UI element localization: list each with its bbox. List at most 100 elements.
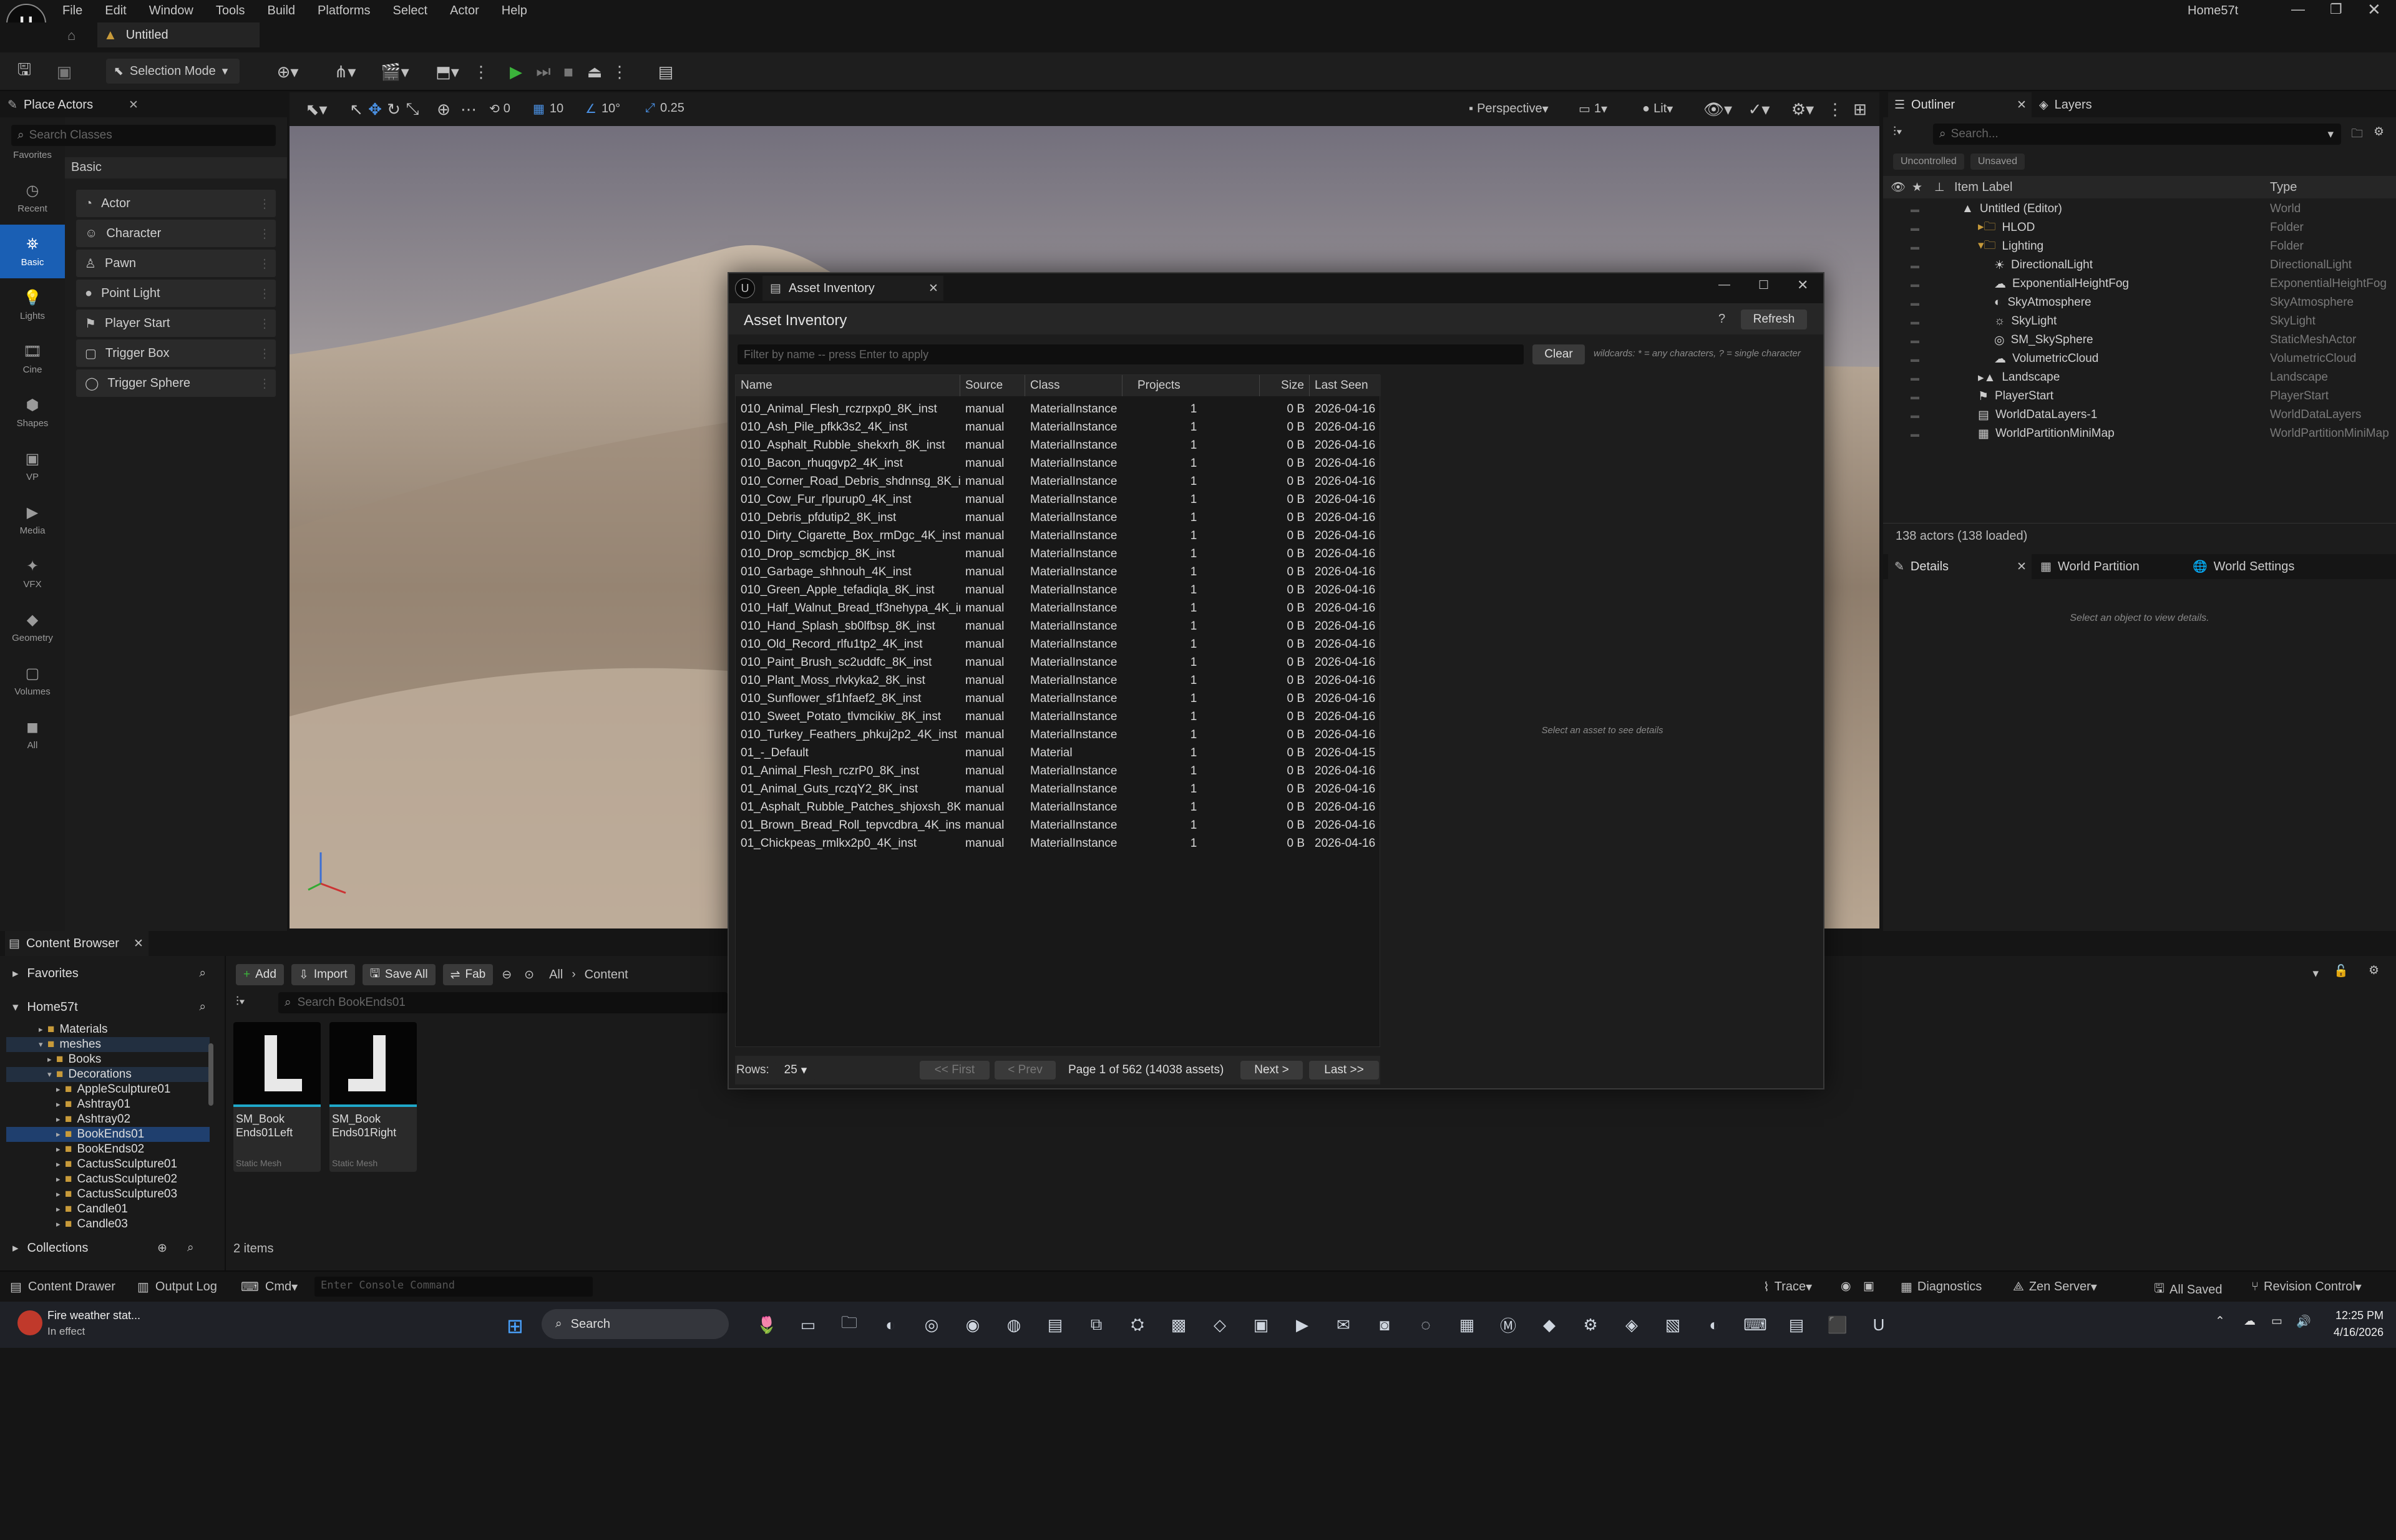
place-actors-tab[interactable]: ✎ Place Actors ✕ bbox=[0, 92, 287, 117]
asset-row[interactable]: 010_Paint_Brush_sc2uddfc_8K_inst manual Ma… bbox=[736, 653, 1381, 671]
mode-vp[interactable]: ▣ VP bbox=[0, 439, 65, 493]
blueprint-icon[interactable]: ⋔▾ bbox=[328, 55, 362, 89]
outliner-row[interactable]: ▬ ▾🗀 Lighting Folder bbox=[1883, 237, 2396, 256]
cinematics-icon[interactable]: 🎬▾ bbox=[378, 55, 412, 89]
mode-cine[interactable]: 🎞 Cine bbox=[0, 332, 65, 386]
layout-icon[interactable]: ⊞ bbox=[1843, 92, 1877, 126]
next-page-button[interactable]: Next > bbox=[1240, 1061, 1303, 1079]
trace-dropdown[interactable]: ⌇ Trace ▾ bbox=[1763, 1279, 1812, 1295]
breadcrumb-content[interactable]: Content bbox=[585, 968, 628, 982]
outliner-row[interactable]: ▬ ☁ VolumetricCloud VolumetricCloud bbox=[1883, 349, 2396, 368]
folder-tree-item[interactable]: ▸ ■ Candle01 bbox=[6, 1202, 210, 1217]
asset-row[interactable]: 010_Animal_Flesh_rczrpxp0_8K_inst manual M… bbox=[736, 400, 1381, 418]
outliner-row[interactable]: ▬ ▲ Untitled (Editor) World bbox=[1883, 200, 2396, 218]
clear-button[interactable]: Clear bbox=[1532, 344, 1585, 364]
asset-row[interactable]: 010_Debris_pfdutip2_8K_inst manual Materia… bbox=[736, 509, 1381, 527]
outliner-row[interactable]: ▬ ▸▲ Landscape Landscape bbox=[1883, 368, 2396, 387]
asset-row[interactable]: 010_Sunflower_sf1hfaef2_8K_inst manual Mat… bbox=[736, 690, 1381, 708]
first-page-button[interactable]: << First bbox=[920, 1061, 990, 1079]
folder-tree-item[interactable]: ▸ ■ CactusSculpture03 bbox=[6, 1187, 210, 1202]
diagnostics-button[interactable]: ▦ Diagnostics bbox=[1901, 1279, 1982, 1295]
menu-platforms[interactable]: Platforms bbox=[318, 4, 370, 18]
filter-input[interactable]: Filter by name -- press Enter to apply bbox=[738, 344, 1524, 364]
perspective-menu[interactable]: ▪ Perspective ▾ bbox=[1469, 101, 1549, 117]
asset-row[interactable]: 010_Dirty_Cigarette_Box_rmDgc_4K_inst man… bbox=[736, 527, 1381, 545]
taskbar-app-icon[interactable]: ◌ bbox=[1405, 1312, 1446, 1338]
folder-tree-item[interactable]: ▸ ■ Ashtray02 bbox=[6, 1112, 210, 1127]
asset-row[interactable]: 01_Brown_Bread_Roll_tepvcdbra_4K_inst man… bbox=[736, 816, 1381, 834]
menu-file[interactable]: File bbox=[62, 4, 82, 18]
asset-row[interactable]: 010_Half_Walnut_Bread_tf3nehypa_4K_inst m… bbox=[736, 599, 1381, 617]
menu-help[interactable]: Help bbox=[502, 4, 527, 18]
taskbar-app-icon[interactable]: ◈ bbox=[1611, 1312, 1652, 1338]
angle-snap[interactable]: ∠ 10° bbox=[585, 101, 620, 117]
asset-row[interactable]: 010_Cow_Fur_rlpurup0_4K_inst manual Materi… bbox=[736, 490, 1381, 509]
performance-icon[interactable]: ✓▾ bbox=[1742, 92, 1776, 126]
visibility-toggle-icon[interactable]: ▬ bbox=[1911, 373, 1919, 383]
outliner-row[interactable]: ▬ ☁ ExponentialHeightFog ExponentialHeightF… bbox=[1883, 275, 2396, 293]
add-folder-icon[interactable]: 🗀 bbox=[2351, 125, 2363, 145]
search-classes-input[interactable]: ⌕ Search Classes bbox=[11, 125, 276, 146]
play-options-icon[interactable]: ⋮ bbox=[603, 55, 636, 89]
network-icon[interactable]: ▭ bbox=[2271, 1314, 2282, 1328]
menu-edit[interactable]: Edit bbox=[105, 4, 126, 18]
outliner-settings-icon[interactable]: ⚙ bbox=[2374, 125, 2384, 139]
tree-scrollbar[interactable] bbox=[208, 1043, 213, 1106]
home-icon[interactable]: ⌂ bbox=[67, 27, 75, 44]
cmd-dropdown[interactable]: ⌨ Cmd ▾ bbox=[241, 1279, 298, 1295]
content-settings-icon[interactable]: ⚙ bbox=[2369, 963, 2379, 978]
folder-tree-item[interactable]: ▾ ■ meshes bbox=[6, 1037, 210, 1052]
column-type[interactable]: Type bbox=[2270, 180, 2297, 195]
taskbar-app-icon[interactable]: ◉ bbox=[952, 1312, 993, 1338]
outliner-row[interactable]: ▬ ☼ SkyLight SkyLight bbox=[1883, 312, 2396, 331]
taskbar-app-icon[interactable]: ⧉ bbox=[1076, 1312, 1117, 1338]
search-icon[interactable]: ⌕ bbox=[187, 1241, 194, 1255]
lock-icon[interactable]: ⊥ bbox=[1934, 180, 1945, 195]
outliner-search-input[interactable]: ⌕ Search... ▾ bbox=[1933, 124, 2341, 145]
weather-title[interactable]: Fire weather stat... bbox=[47, 1309, 140, 1322]
outliner-row[interactable]: ▬ ⚑ PlayerStart PlayerStart bbox=[1883, 387, 2396, 406]
mode-geometry[interactable]: ◆ Geometry bbox=[0, 600, 65, 654]
close-tab-icon[interactable]: ✕ bbox=[134, 937, 144, 951]
collections-header[interactable]: ▸ Collections ⊕ ⌕ bbox=[12, 1237, 218, 1259]
filter-icon[interactable]: ⫶▾ bbox=[236, 995, 245, 1009]
drag-handle-icon[interactable]: ⋮ bbox=[258, 376, 271, 391]
asset-row[interactable]: 010_Corner_Road_Debris_shdnnsg_8K_inst ma… bbox=[736, 472, 1381, 490]
actor-item-character[interactable]: ☺ Character ⋮ bbox=[76, 220, 276, 247]
folder-tree-item[interactable]: ▸ ■ BookEnds02 bbox=[6, 1142, 210, 1157]
visibility-toggle-icon[interactable]: ▬ bbox=[1911, 260, 1919, 270]
drag-handle-icon[interactable]: ⋮ bbox=[258, 316, 271, 331]
visibility-toggle-icon[interactable]: ▬ bbox=[1911, 298, 1919, 308]
folder-tree-item[interactable]: ▸ ■ CactusSculpture01 bbox=[6, 1157, 210, 1172]
mode-shapes[interactable]: ⬢ Shapes bbox=[0, 386, 65, 439]
taskbar-app-icon[interactable]: ▤ bbox=[1776, 1312, 1817, 1338]
column-projects[interactable]: Projects bbox=[1123, 375, 1260, 396]
column-name[interactable]: Name bbox=[736, 375, 960, 396]
asset-row[interactable]: 010_Plant_Moss_rlvkyka2_8K_inst manual Mat… bbox=[736, 671, 1381, 690]
close-window-button[interactable]: ✕ bbox=[2367, 0, 2381, 19]
tab-asset-inventory[interactable]: ▤ Asset Inventory ✕ bbox=[762, 276, 943, 301]
location-snap[interactable]: ▦ 10 bbox=[533, 101, 563, 117]
favorites-header[interactable]: ▸ Favorites ⌕ bbox=[12, 962, 206, 985]
close-tab-icon[interactable]: ✕ bbox=[2017, 560, 2027, 574]
add-actor-icon[interactable]: ⊕▾ bbox=[271, 55, 304, 89]
camera-speed[interactable]: ▭ 1 ▾ bbox=[1579, 101, 1607, 117]
folder-tree-item[interactable]: ▸ ■ BookEnds01 bbox=[6, 1127, 210, 1142]
tab-outliner[interactable]: ☰ Outliner ✕ bbox=[1888, 92, 2032, 117]
visibility-toggle-icon[interactable]: ▬ bbox=[1911, 391, 1919, 401]
asset-row[interactable]: 010_Drop_scmcbjcp_8K_inst manual MaterialI… bbox=[736, 545, 1381, 563]
asset-row[interactable]: 010_Sweet_Potato_tlvmcikiw_8K_inst manual… bbox=[736, 708, 1381, 726]
outliner-row[interactable]: ▬ ▤ WorldDataLayers-1 WorldDataLayers bbox=[1883, 406, 2396, 424]
maximize-button[interactable]: ☐ bbox=[1758, 278, 1769, 293]
taskbar-app-icon[interactable]: ◍ bbox=[993, 1312, 1035, 1338]
asset-tile[interactable]: SM_Book Ends01Left Static Mesh bbox=[233, 1022, 321, 1172]
outliner-row[interactable]: ▬ ◐ SkyAtmosphere SkyAtmosphere bbox=[1883, 293, 2396, 312]
visibility-toggle-icon[interactable]: ▬ bbox=[1911, 410, 1919, 420]
taskbar-app-icon[interactable]: ⬛ bbox=[1817, 1312, 1858, 1338]
pin-icon[interactable]: ★ bbox=[1912, 180, 1922, 195]
taskbar-app-icon[interactable]: ◎ bbox=[911, 1312, 952, 1338]
taskbar-app-icon[interactable]: ▧ bbox=[1652, 1312, 1693, 1338]
screenshot-icon[interactable]: ▣ bbox=[1863, 1279, 1874, 1294]
fab-button[interactable]: ⇌ Fab bbox=[442, 964, 494, 985]
asset-row[interactable]: 010_Asphalt_Rubble_shekxrh_8K_inst manual… bbox=[736, 436, 1381, 454]
